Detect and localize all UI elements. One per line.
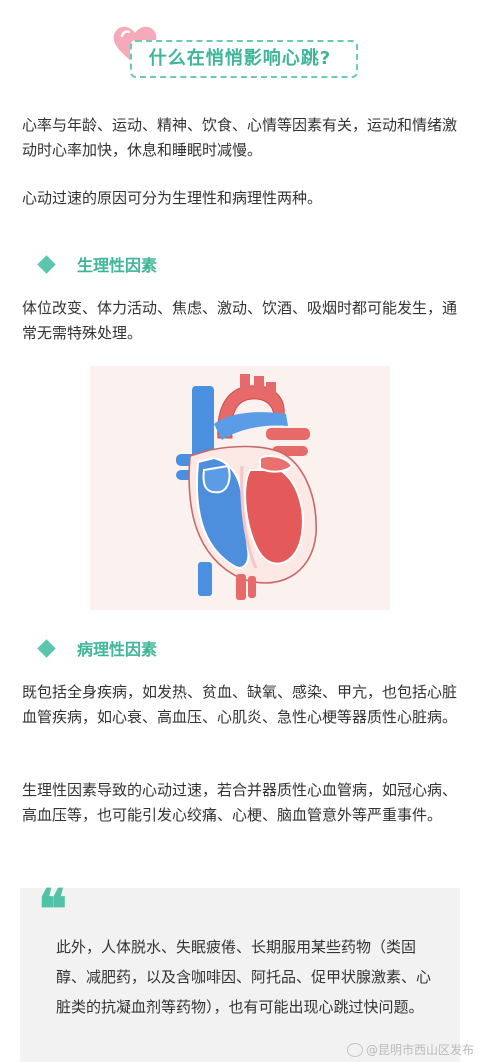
section-heading-pathological: 病理性因素 xyxy=(37,634,158,662)
pathological-paragraph-2: 生理性因素导致的心动过速，若合并器质性心血管病，如冠心病、高血压等，也可能引发心… xyxy=(22,781,458,824)
intro-paragraph-2: 心动过速的原因可分为生理性和病理性两种。 xyxy=(22,189,323,207)
page-title-banner: 什么在悄悄影响心跳? xyxy=(112,24,368,84)
quote-text: 此外，人体脱水、失眠疲倦、长期服用某些药物（类固醇、减肥药，以及含咖啡因、阿托品… xyxy=(56,938,432,1016)
quote-box: ❝ 此外，人体脱水、失眠疲倦、长期服用某些药物（类固醇、减肥药，以及含咖啡因、阿… xyxy=(20,882,460,1062)
heart-illustration xyxy=(90,366,390,610)
heart-anatomy-image xyxy=(176,374,317,600)
weibo-icon xyxy=(346,1042,363,1057)
page-title: 什么在悄悄影响心跳? xyxy=(148,48,332,69)
section-label: 病理性因素 xyxy=(77,640,158,659)
watermark: @昆明市西山区发布 xyxy=(346,1041,474,1058)
diamond-icon xyxy=(37,254,56,274)
diamond-icon xyxy=(37,638,56,658)
quote-icon: ❝ xyxy=(38,877,68,941)
section-heading-physiological: 生理性因素 xyxy=(37,250,158,278)
physiological-paragraph: 体位改变、体力活动、焦虑、激动、饮酒、吸烟时都可能发生，通常无需特殊处理。 xyxy=(22,299,458,342)
pathological-paragraph-1: 既包括全身疾病，如发热、贫血、缺氧、感染、甲亢，也包括心脏血管疾病，如心衰、高血… xyxy=(22,683,458,726)
section-label: 生理性因素 xyxy=(77,256,158,275)
intro-paragraph-1: 心率与年龄、运动、精神、饮食、心情等因素有关，运动和情绪激动时心率加快，休息和睡… xyxy=(22,116,458,159)
watermark-text: @昆明市西山区发布 xyxy=(365,1043,474,1057)
